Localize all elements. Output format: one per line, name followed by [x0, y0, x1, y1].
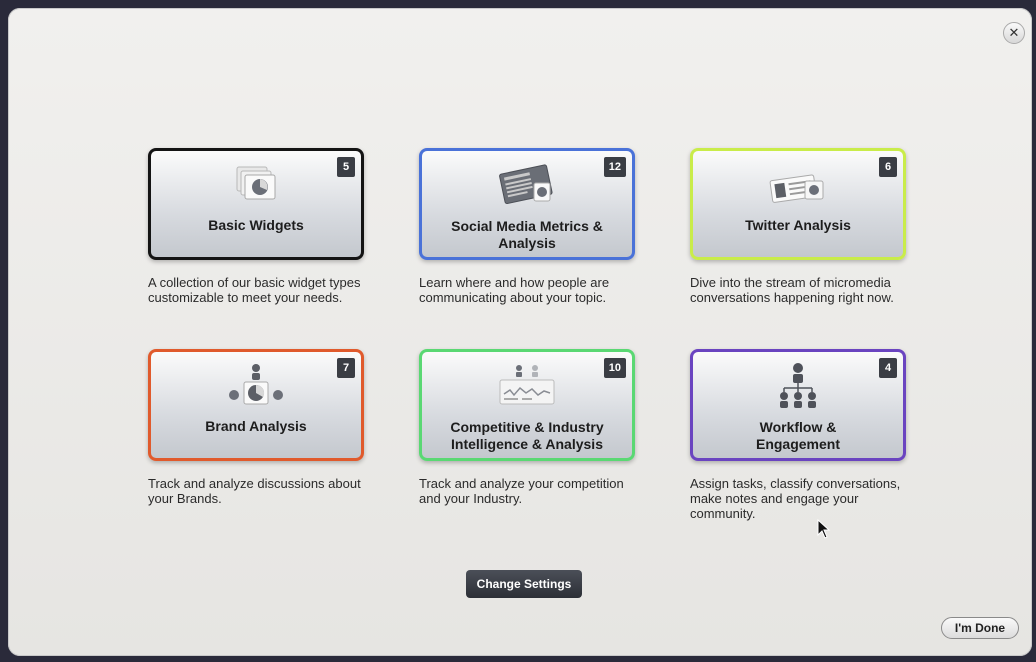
- category-card-social-media-metrics[interactable]: 12 Social Media Metrics & Analysis: [419, 148, 635, 260]
- widget-category-dialog: [8, 8, 1032, 656]
- card-title: Social Media Metrics & Analysis: [451, 218, 603, 251]
- count-badge: 6: [879, 157, 897, 177]
- dashboard-icon: [499, 365, 555, 405]
- count-badge: 5: [337, 157, 355, 177]
- card-title: Brand Analysis: [205, 418, 307, 434]
- org-chart-icon: [780, 363, 816, 408]
- twitter-cards-icon: [769, 174, 824, 203]
- mouse-pointer-icon: [817, 519, 831, 539]
- card-title: Twitter Analysis: [745, 217, 851, 233]
- widgets-icon: [236, 166, 276, 200]
- change-settings-button[interactable]: Change Settings: [466, 570, 582, 598]
- category-card-basic-widgets[interactable]: 5 Basic Widgets: [148, 148, 364, 260]
- card-description: Learn where and how people are communica…: [419, 275, 610, 305]
- news-icon: [499, 164, 553, 205]
- card-title: Workflow & Engagement: [755, 419, 840, 452]
- category-card-brand-analysis[interactable]: 7 Brand Analysis: [148, 349, 364, 461]
- card-title: Basic Widgets: [208, 217, 304, 233]
- card-description: Dive into the stream of micromedia conve…: [690, 275, 894, 305]
- category-card-workflow-engagement[interactable]: 4 Workflow & Engagement: [690, 349, 906, 461]
- card-title: Competitive & Industry Intelligence & An…: [450, 419, 604, 452]
- count-badge: 12: [603, 157, 626, 177]
- card-description: A collection of our basic widget types c…: [148, 275, 361, 305]
- count-badge: 4: [879, 358, 897, 378]
- card-description: Assign tasks, classify conversations, ma…: [690, 476, 901, 521]
- count-badge: 7: [337, 358, 355, 378]
- category-card-competitive-industry[interactable]: 10 Competitive & Industry Intelligence &…: [419, 349, 635, 461]
- done-button[interactable]: I'm Done: [941, 617, 1019, 639]
- count-badge: 10: [603, 358, 626, 378]
- card-description: Track and analyze discussions about your…: [148, 476, 361, 506]
- category-card-twitter-analysis[interactable]: 6 Twitter Analysis: [690, 148, 906, 260]
- brand-icon: [229, 364, 283, 405]
- card-description: Track and analyze your competition and y…: [419, 476, 624, 506]
- close-icon[interactable]: ✕: [1003, 22, 1025, 44]
